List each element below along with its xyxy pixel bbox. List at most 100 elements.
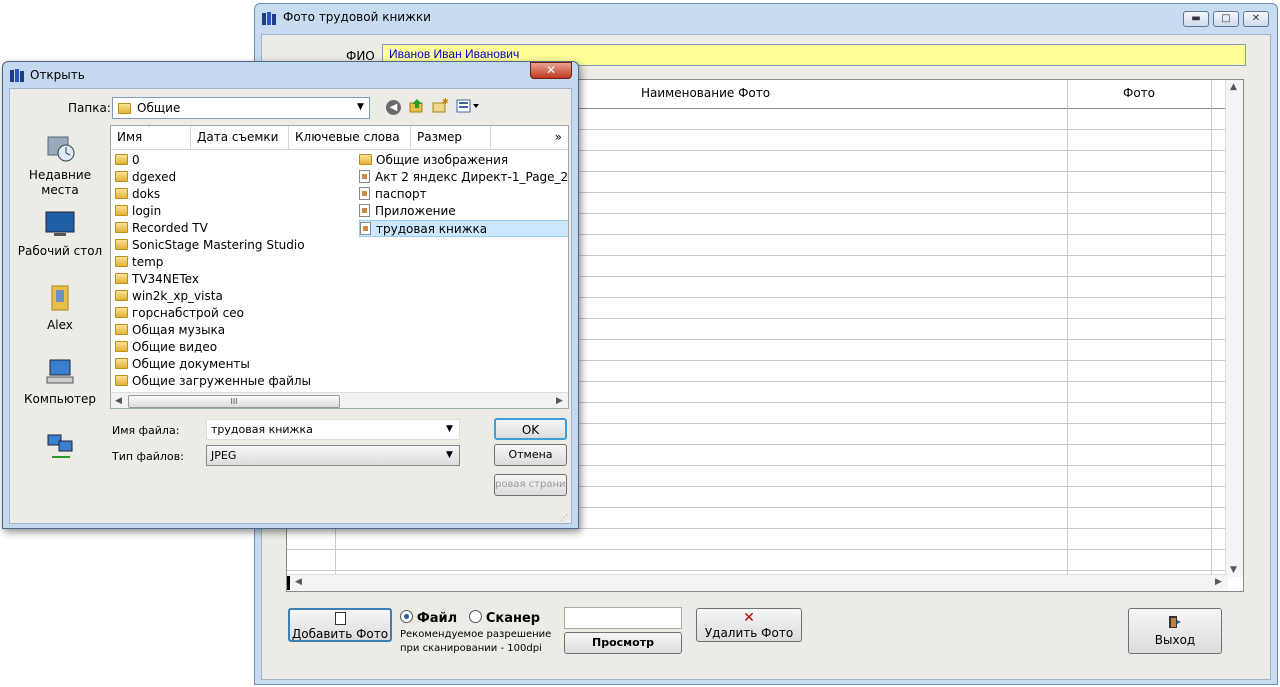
scroll-down-icon[interactable]: ▼ [1230, 565, 1237, 575]
new-folder-icon[interactable]: ✱ [432, 97, 449, 114]
image-file-icon [360, 222, 371, 235]
column-header-size[interactable]: Размер [411, 126, 491, 149]
list-item[interactable]: temp [115, 254, 163, 271]
radio-file[interactable]: Файл [400, 610, 457, 626]
radio-unchecked-icon[interactable] [469, 610, 482, 623]
delete-photo-button[interactable]: ✕ Удалить Фото [696, 608, 802, 642]
add-photo-label: Добавить Фото [291, 627, 389, 641]
folder-select-value: Общие [137, 101, 181, 115]
list-item[interactable]: Общие загруженные файлы [115, 373, 311, 390]
dialog-close-button[interactable]: ✕ [530, 62, 572, 79]
sort-up-icon: ˄ [147, 125, 151, 133]
recent-places-icon [47, 136, 75, 162]
column-header-keywords[interactable]: Ключевые слова [289, 126, 411, 149]
folder-select[interactable]: Общие ▼ [112, 97, 370, 119]
file-path-field[interactable] [564, 607, 682, 629]
dialog-client-area: Папка: Общие ▼ ◀ ✱ Недавние места Рабочи… [9, 88, 572, 524]
view-button[interactable]: Просмотр [564, 632, 682, 654]
header-divider [111, 149, 568, 150]
place-user-label: Alex [47, 318, 73, 332]
folder-icon [115, 358, 128, 369]
minimize-button[interactable]: ▬ [1183, 11, 1209, 27]
place-computer[interactable]: Компьютер [12, 357, 108, 406]
close-button[interactable]: ✕ [1243, 11, 1269, 27]
column-header-name[interactable]: Имя ˄ [111, 126, 191, 149]
list-item[interactable]: Общие видео [115, 339, 217, 356]
add-photo-button[interactable]: Добавить Фото [288, 608, 392, 642]
radio-scanner-label: Сканер [485, 611, 541, 626]
list-item[interactable]: SonicStage Mastering Studio [115, 237, 305, 254]
grid-divider [1211, 80, 1212, 577]
filetype-select[interactable]: JPEG ▼ [206, 445, 460, 466]
folder-icon [118, 103, 131, 114]
radio-checked-icon[interactable] [400, 610, 413, 623]
image-file-icon [359, 170, 370, 183]
list-item[interactable]: dgexed [115, 169, 176, 186]
column-name-header[interactable]: Наименование Фото [641, 86, 770, 100]
back-icon[interactable]: ◀ [386, 100, 401, 115]
list-item[interactable]: Общая музыка [115, 322, 225, 339]
list-item[interactable]: login [115, 203, 161, 220]
scroll-right-icon[interactable]: ▶ [1215, 577, 1222, 587]
scroll-left-icon[interactable]: ◀ [115, 396, 122, 406]
file-list-hscrollbar[interactable]: ◀ III ▶ [111, 392, 568, 408]
horizontal-scrollbar[interactable]: ◀ ▶ [287, 574, 1228, 591]
column-photo-header[interactable]: Фото [1123, 86, 1155, 100]
list-item[interactable]: Общие изображения [359, 152, 568, 169]
scroll-left-icon[interactable]: ◀ [295, 577, 302, 587]
vertical-scrollbar[interactable]: ▲ ▼ [1225, 80, 1243, 577]
scroll-up-icon[interactable]: ▲ [1230, 82, 1237, 92]
folder-icon [115, 307, 128, 318]
desktop-icon [45, 211, 75, 236]
filename-combo[interactable]: трудовая книжка ▼ [206, 419, 460, 440]
places-bar: Недавние места Рабочий стол Alex Компьют… [12, 125, 108, 523]
view-menu-icon[interactable] [456, 98, 482, 114]
list-item[interactable]: горснабстрой сео [115, 305, 244, 322]
place-desktop-label: Рабочий стол [17, 244, 103, 258]
place-user[interactable]: Alex [12, 283, 108, 332]
place-recent-label: Недавние места [28, 168, 92, 197]
ok-button[interactable]: OK [494, 418, 567, 440]
folder-icon [115, 205, 128, 216]
user-folder-icon [51, 285, 69, 311]
place-desktop[interactable]: Рабочий стол [12, 209, 108, 258]
chevron-down-icon[interactable]: ▼ [446, 450, 453, 460]
folder-icon [115, 171, 128, 182]
list-item[interactable]: Акт 2 яндекс Директ-1_Page_2 [359, 169, 568, 186]
network-icon [47, 434, 73, 458]
exit-button[interactable]: Выход [1128, 608, 1222, 654]
list-item[interactable]: Recorded TV [115, 220, 208, 237]
more-columns-icon[interactable]: » [491, 126, 568, 149]
cancel-button[interactable]: Отмена [494, 444, 567, 466]
file-list[interactable]: Имя ˄ Дата съемки Ключевые слова Размер … [110, 125, 569, 409]
list-item[interactable]: doks [115, 186, 160, 203]
list-item[interactable]: win2k_xp_vista [115, 288, 223, 305]
grid-row-line [287, 570, 1227, 571]
delete-x-icon: ✕ [743, 610, 755, 626]
up-folder-icon[interactable] [408, 98, 424, 114]
list-item[interactable]: паспорт [359, 186, 568, 203]
filetype-value: JPEG [211, 449, 237, 462]
folder-icon [115, 324, 128, 335]
scroll-thumb[interactable] [287, 576, 290, 590]
scroll-thumb[interactable]: III [128, 395, 340, 408]
place-recent[interactable]: Недавние места [12, 133, 108, 198]
column-header-date[interactable]: Дата съемки [191, 126, 289, 149]
scroll-right-icon[interactable]: ▶ [556, 396, 563, 406]
list-item[interactable]: Общие документы [115, 356, 250, 373]
resize-grip-icon[interactable]: ⋰ [560, 513, 568, 522]
place-network[interactable] [12, 431, 108, 466]
image-file-icon [359, 187, 370, 200]
folder-icon [115, 239, 128, 250]
list-item-label: 0 [132, 153, 140, 167]
list-item-label: SonicStage Mastering Studio [132, 238, 305, 252]
list-item[interactable]: 0 [115, 152, 140, 169]
chevron-down-icon[interactable]: ▼ [446, 424, 453, 434]
list-item[interactable]: Приложение [359, 203, 568, 220]
radio-scanner[interactable]: Сканер [469, 610, 540, 626]
list-item[interactable]: трудовая книжка [359, 220, 568, 237]
chevron-down-icon[interactable]: ▼ [357, 102, 364, 112]
disabled-extra-button: ровая страниц [494, 474, 567, 496]
maximize-button[interactable]: □ [1213, 11, 1239, 27]
list-item[interactable]: TV34NETex [115, 271, 199, 288]
